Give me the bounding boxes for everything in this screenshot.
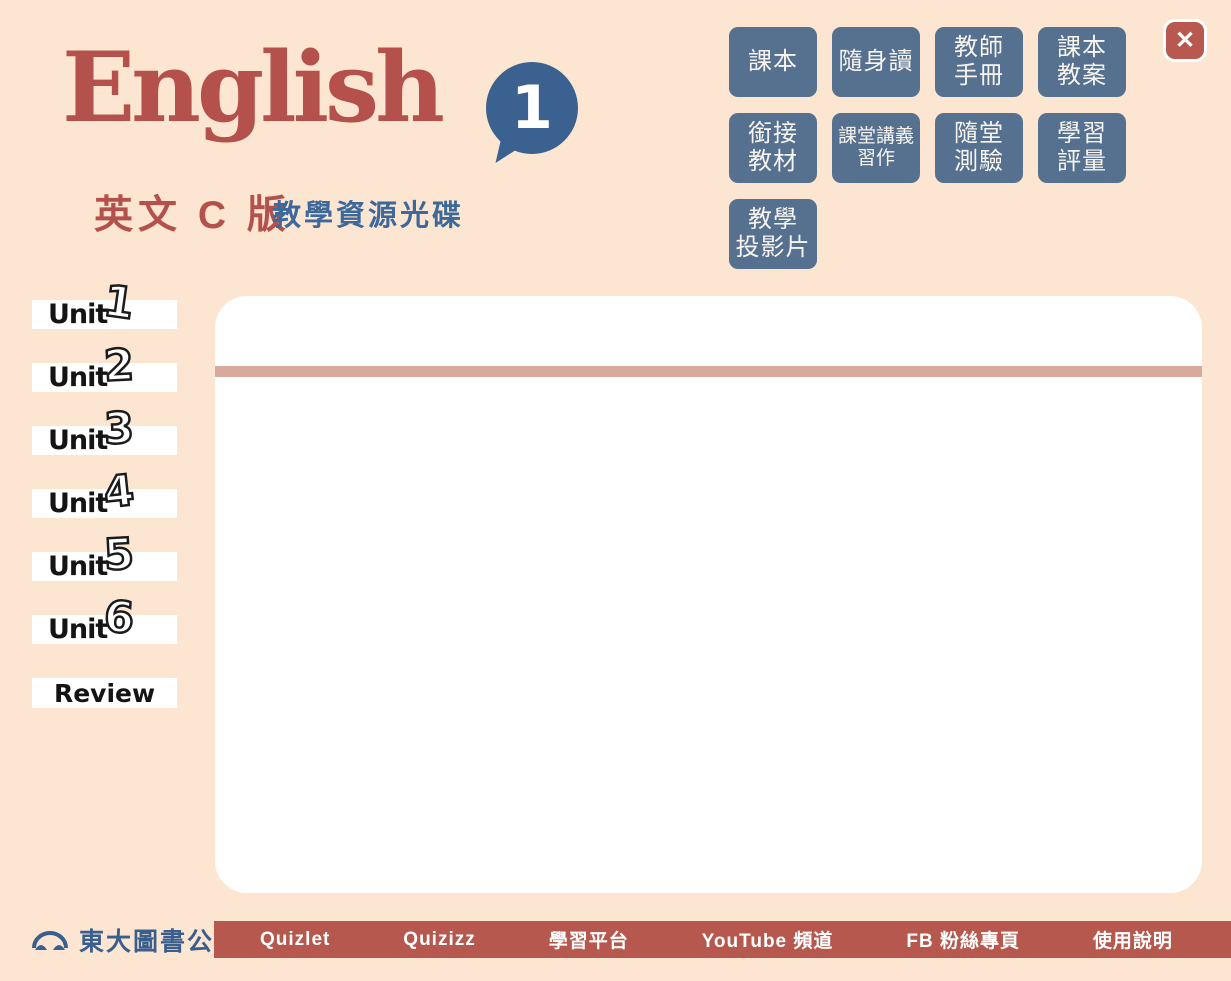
button-label: 教案 — [1057, 62, 1107, 90]
footer-link-fb-fanpage[interactable]: FB 粉絲專頁 — [906, 926, 1020, 953]
footer-link-user-guide[interactable]: 使用說明 — [1093, 926, 1173, 953]
publisher-logo: 東大圖書公司 — [30, 923, 241, 957]
sidebar-item-unit-2[interactable]: Unit 2 — [32, 363, 177, 392]
close-icon: ✕ — [1175, 26, 1195, 55]
sidebar-item-review[interactable]: Review — [32, 678, 177, 708]
button-label: 隨身讀 — [839, 48, 914, 76]
button-label: 習作 — [857, 148, 895, 170]
edition-label: 英文 C 版 — [94, 184, 291, 240]
sidebar-item-unit-6[interactable]: Unit 6 — [32, 615, 177, 644]
footer-link-youtube-channel[interactable]: YouTube 頻道 — [702, 926, 834, 953]
app-logo-english: English — [62, 30, 441, 145]
resource-button-pocket-reader[interactable]: 隨身讀 — [832, 27, 920, 97]
unit-label: Unit — [48, 550, 107, 581]
content-panel — [215, 296, 1202, 893]
unit-number: 6 — [103, 596, 135, 641]
button-label: 測驗 — [954, 148, 1004, 176]
resource-button-bridging-material[interactable]: 銜接 教材 — [729, 113, 817, 183]
resource-button-teaching-slides[interactable]: 教學 投影片 — [729, 199, 817, 269]
sidebar-item-unit-5[interactable]: Unit 5 — [32, 552, 177, 581]
sidebar-item-unit-3[interactable]: Unit 3 — [32, 426, 177, 455]
unit-label: Unit — [48, 613, 107, 644]
volume-number: 1 — [511, 73, 553, 143]
unit-label: Unit — [48, 361, 107, 392]
unit-label: Unit — [48, 487, 107, 518]
resource-button-lesson-plan[interactable]: 課本 教案 — [1038, 27, 1126, 97]
button-label: 課本 — [1057, 34, 1107, 62]
resource-button-teacher-manual[interactable]: 教師 手冊 — [935, 27, 1023, 97]
button-label: 課堂講義 — [838, 126, 914, 148]
subtitle-label: 教學資源光碟 — [272, 192, 464, 234]
button-label: 手冊 — [954, 62, 1004, 90]
resource-button-assessment[interactable]: 學習 評量 — [1038, 113, 1126, 183]
unit-number: 2 — [103, 344, 135, 389]
button-label: 教材 — [748, 148, 798, 176]
button-label: 投影片 — [736, 234, 811, 262]
publisher-arch-icon — [30, 925, 70, 956]
button-label: 教師 — [954, 34, 1004, 62]
unit-number: 4 — [102, 470, 136, 516]
volume-badge: 1 — [486, 62, 578, 154]
unit-label: Unit — [48, 424, 107, 455]
button-label: 學習 — [1057, 120, 1107, 148]
sidebar-item-unit-1[interactable]: Unit 1 — [32, 300, 177, 329]
unit-number: 3 — [103, 407, 134, 451]
unit-number: 5 — [103, 533, 135, 578]
close-button[interactable]: ✕ — [1163, 19, 1207, 62]
footer-link-learning-platform[interactable]: 學習平台 — [549, 926, 629, 953]
button-label: 課本 — [748, 48, 798, 76]
resource-button-grid: 課本 隨身讀 教師 手冊 課本 教案 銜接 教材 課堂講義 習作 隨堂 測驗 學… — [729, 27, 1126, 269]
resource-button-textbook[interactable]: 課本 — [729, 27, 817, 97]
button-label: 評量 — [1057, 148, 1107, 176]
resource-button-handout-workbook[interactable]: 課堂講義 習作 — [832, 113, 920, 183]
footer-link-quizizz[interactable]: Quizizz — [403, 929, 475, 951]
unit-label: Unit — [48, 298, 107, 329]
sidebar-item-unit-4[interactable]: Unit 4 — [32, 489, 177, 518]
footer-link-quizlet[interactable]: Quizlet — [260, 929, 330, 951]
review-label: Review — [54, 679, 155, 708]
unit-number: 1 — [101, 280, 137, 327]
unit-sidebar: Unit 1 Unit 2 Unit 3 Unit 4 Unit 5 Unit … — [32, 300, 177, 708]
footer-nav: Quizlet Quizizz 學習平台 YouTube 頻道 FB 粉絲專頁 … — [214, 921, 1231, 958]
button-label: 隨堂 — [954, 120, 1004, 148]
content-divider — [215, 366, 1202, 377]
button-label: 教學 — [748, 206, 798, 234]
resource-button-quiz[interactable]: 隨堂 測驗 — [935, 113, 1023, 183]
button-label: 銜接 — [748, 120, 798, 148]
